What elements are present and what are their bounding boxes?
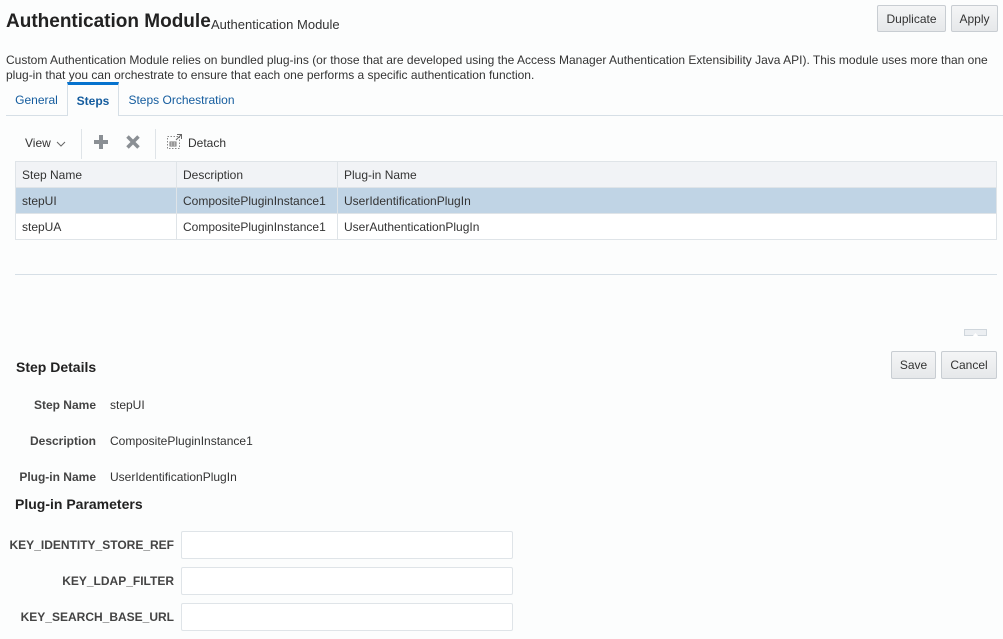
- plugin-name-label: Plug-in Name: [19, 470, 96, 484]
- tab-steps[interactable]: Steps: [67, 82, 119, 116]
- toolbar-separator: [155, 129, 156, 159]
- cell-description: CompositePluginInstance1: [176, 187, 338, 214]
- collapse-pane-handle[interactable]: [964, 329, 987, 337]
- triangle-up-icon: [972, 324, 979, 342]
- detach-label: Detach: [188, 136, 227, 150]
- search-base-url-label: KEY_SEARCH_BASE_URL: [20, 610, 174, 624]
- plugin-parameters-heading: Plug-in Parameters: [15, 496, 143, 512]
- step-name-label: Step Name: [33, 398, 96, 412]
- cell-plugin-name: UserIdentificationPlugIn: [337, 187, 997, 214]
- ldap-filter-label: KEY_LDAP_FILTER: [62, 574, 174, 588]
- module-description: Custom Authentication Module relies on b…: [6, 53, 988, 82]
- identity-store-ref-input[interactable]: [181, 531, 513, 559]
- steps-table: Step Name Description Plug-in Name stepU…: [15, 161, 997, 240]
- ldap-filter-input[interactable]: [181, 567, 513, 595]
- column-header-description[interactable]: Description: [176, 161, 338, 188]
- column-header-plugin-name[interactable]: Plug-in Name: [337, 161, 997, 188]
- description-label: Description: [29, 434, 96, 448]
- table-header-row: Step Name Description Plug-in Name: [15, 161, 997, 188]
- delete-row-button[interactable]: [125, 126, 141, 160]
- x-icon: [125, 134, 141, 153]
- cell-plugin-name: UserAuthenticationPlugIn: [337, 213, 997, 240]
- table-row[interactable]: stepUA CompositePluginInstance1 UserAuth…: [15, 213, 997, 240]
- save-button[interactable]: Save: [891, 351, 936, 379]
- add-row-button[interactable]: [93, 126, 109, 160]
- cancel-button[interactable]: Cancel: [941, 351, 997, 379]
- apply-button[interactable]: Apply: [951, 5, 998, 32]
- section-divider: [15, 274, 997, 275]
- tab-bar: General Steps Steps Orchestration: [6, 82, 1003, 116]
- detach-icon: [167, 134, 182, 152]
- cell-step-name: stepUI: [15, 187, 177, 214]
- tab-steps-orchestration[interactable]: Steps Orchestration: [119, 83, 244, 116]
- step-name-value: stepUI: [110, 398, 145, 412]
- description-value: CompositePluginInstance1: [110, 434, 253, 448]
- plus-icon: [93, 134, 109, 153]
- identity-store-ref-label: KEY_IDENTITY_STORE_REF: [9, 538, 174, 552]
- step-details-heading: Step Details: [16, 359, 97, 375]
- cell-description: CompositePluginInstance1: [176, 213, 338, 240]
- table-row[interactable]: stepUI CompositePluginInstance1 UserIden…: [15, 187, 997, 214]
- view-label: View: [25, 136, 51, 150]
- toolbar-separator: [81, 129, 82, 159]
- cell-step-name: stepUA: [15, 213, 177, 240]
- detach-button[interactable]: Detach: [167, 126, 226, 160]
- plugin-name-value: UserIdentificationPlugIn: [110, 470, 237, 484]
- view-menu[interactable]: View: [25, 126, 66, 160]
- tab-general[interactable]: General: [6, 83, 67, 116]
- page-subtitle: Authentication Module: [211, 17, 340, 32]
- column-header-step-name[interactable]: Step Name: [15, 161, 177, 188]
- page-title: Authentication Module: [6, 11, 211, 32]
- table-toolbar: View Detach: [15, 126, 997, 160]
- duplicate-button[interactable]: Duplicate: [877, 5, 946, 32]
- chevron-down-icon: [56, 136, 66, 150]
- search-base-url-input[interactable]: [181, 603, 513, 631]
